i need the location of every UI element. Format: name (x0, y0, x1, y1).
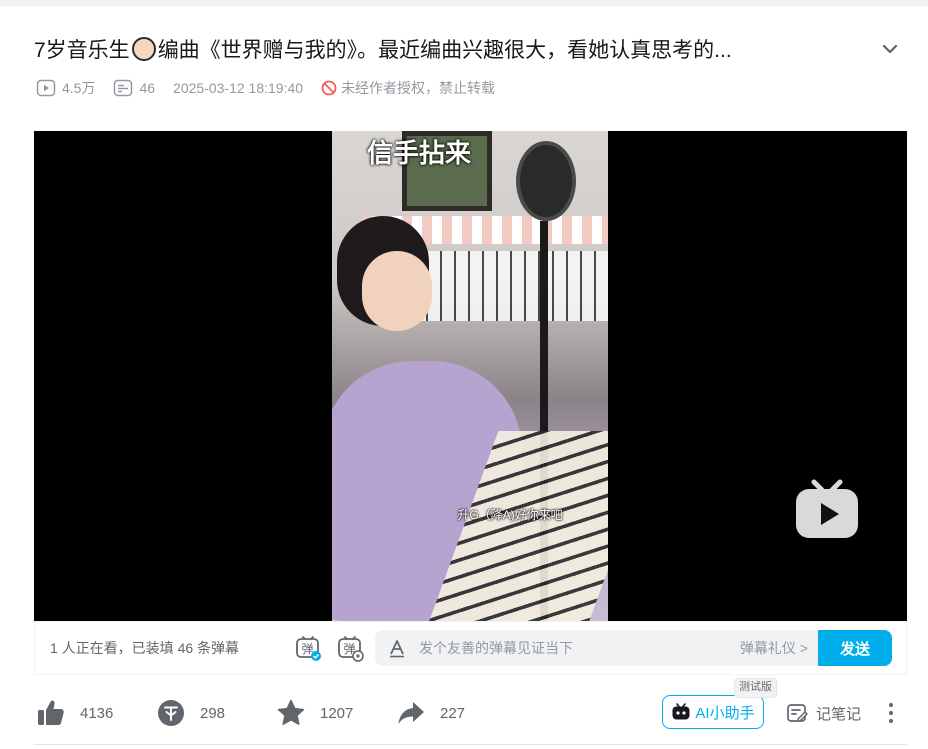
subtitle-top: 信手拈来 (366, 138, 471, 168)
danmaku-count-icon (114, 79, 133, 97)
favorite-count: 1207 (320, 704, 354, 722)
more-icon[interactable] (884, 698, 898, 728)
chevron-down-icon[interactable] (880, 39, 900, 59)
note-label: 记笔记 (816, 705, 862, 723)
share-icon (398, 702, 424, 724)
video-frame: 信手拈来 升G（降A)好你来吧 (332, 131, 608, 621)
video-player[interactable]: 信手拈来 升G（降A)好你来吧 (34, 131, 907, 621)
play-count-icon (36, 79, 56, 97)
coin-icon (158, 700, 184, 726)
top-divider (0, 0, 928, 6)
publish-time: 2025-03-12 18:19:40 (173, 80, 303, 96)
ai-assistant-button[interactable]: AI小助手 (662, 695, 764, 729)
video-meta: 4.5万 46 2025-03-12 18:19:40 未经作者授权，禁止转载 (36, 78, 513, 98)
danmaku-count-text: 46 (139, 80, 156, 96)
bottom-divider (34, 744, 907, 745)
like-count: 4136 (80, 704, 114, 722)
send-button[interactable]: 发送 (818, 630, 892, 666)
danmaku-input[interactable] (417, 639, 721, 657)
subtitle-mid: 升G（降A)好你来吧 (457, 508, 563, 522)
copyright-notice: 未经作者授权，禁止转载 (321, 78, 495, 98)
note-button[interactable]: 记笔记 (786, 698, 861, 728)
coin-button[interactable]: 298 (156, 698, 225, 728)
no-repost-icon (321, 80, 337, 96)
danmaku-toggle-icon[interactable]: 弹 (294, 634, 322, 662)
coin-count: 298 (200, 704, 226, 722)
text-a-icon[interactable] (387, 638, 407, 658)
microphone (516, 141, 576, 221)
danmaku-count: 46 (113, 79, 155, 97)
danmaku-etiquette-link[interactable]: 弹幕礼仪 > (740, 630, 808, 666)
bilibili-tv-icon[interactable] (794, 476, 860, 540)
title-row: 7岁音乐生 编曲《世界赠与我的》。最近编曲兴趣很大，看她认真思考的... (34, 33, 914, 69)
watching-text: 1 人正在看，已装填 46 条弹幕 (50, 640, 240, 656)
ai-assistant-label: AI小助手 (695, 704, 755, 722)
view-count-text: 4.5万 (62, 80, 96, 96)
like-icon (38, 700, 64, 725)
like-button[interactable]: 4136 (36, 698, 113, 728)
girl-face (362, 251, 432, 331)
favorite-icon (277, 699, 305, 725)
danmaku-settings-icon[interactable]: 弹 (336, 634, 364, 662)
danmaku-bar: 1 人正在看，已装填 46 条弹幕 弹 弹 弹幕礼仪 > 发送 (34, 621, 907, 675)
copyright-notice-text: 未经作者授权，禁止转载 (341, 80, 496, 96)
share-count: 227 (440, 704, 466, 722)
favorite-button[interactable]: 1207 (276, 698, 353, 728)
view-count: 4.5万 (36, 78, 95, 98)
ai-robot-icon (672, 703, 690, 720)
beta-badge: 测试版 (734, 678, 777, 698)
note-icon (787, 704, 808, 722)
publish-time-text: 2025-03-12 18:19:40 (173, 80, 304, 96)
action-toolbar: 4136 298 1207 227 AI小助手 测试版 记笔记 (34, 678, 907, 736)
girl-emoji-icon (131, 37, 156, 61)
share-button[interactable]: 227 (396, 698, 465, 728)
video-title: 7岁音乐生 编曲《世界赠与我的》。最近编曲兴趣很大，看她认真思考的... (34, 36, 864, 66)
title-part-2: 编曲《世界赠与我的》。最近编曲兴趣很大，看她认真思考的... (157, 39, 732, 62)
title-part-1: 7岁音乐生 (34, 39, 130, 62)
danmaku-input-box: 弹幕礼仪 > (375, 630, 818, 666)
